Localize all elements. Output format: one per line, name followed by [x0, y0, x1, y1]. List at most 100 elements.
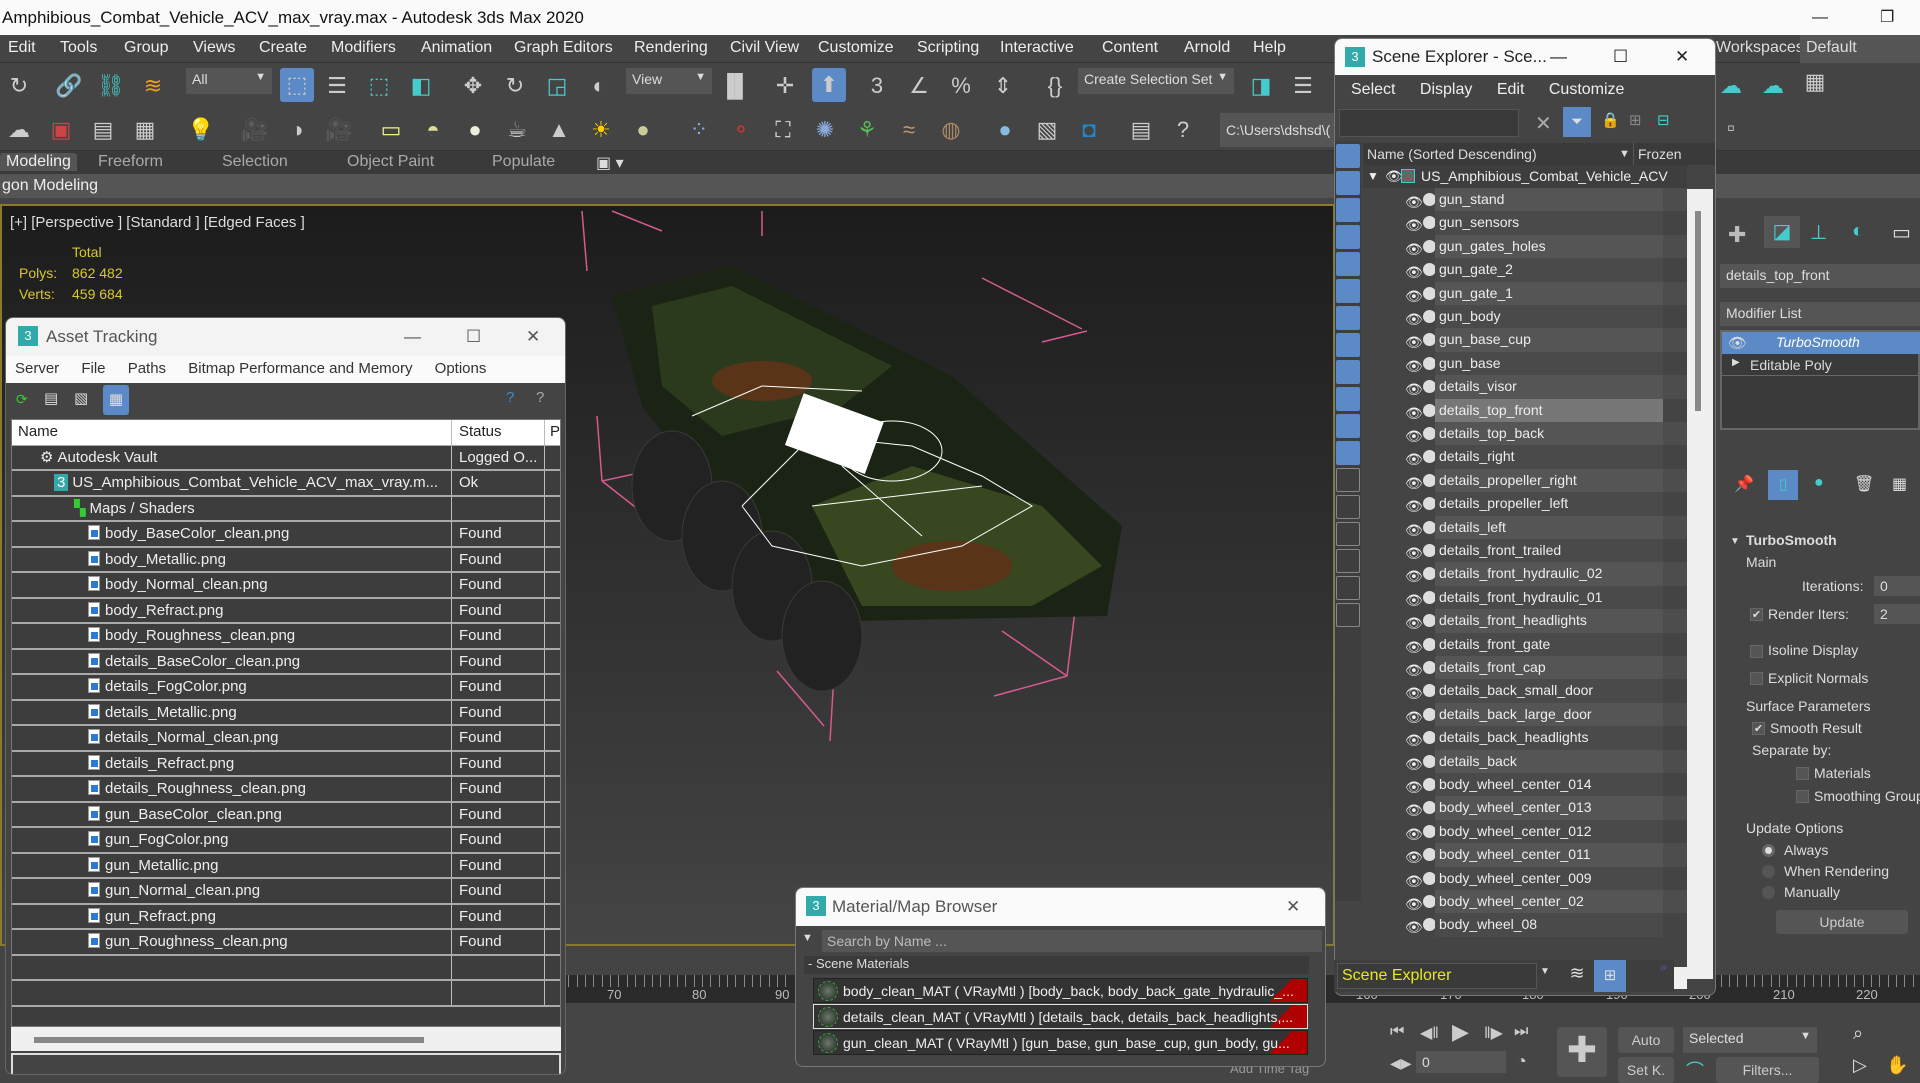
asset-horizontal-scrollbar[interactable]	[11, 1027, 561, 1051]
vray-grass-icon[interactable]: ⚘	[852, 115, 882, 145]
rotate-icon[interactable]: ↻	[500, 71, 530, 101]
close-icon[interactable]: ✕	[526, 318, 540, 356]
material-item[interactable]: gun_clean_MAT ( VRayMtl ) [gun_base, gun…	[813, 1030, 1308, 1055]
render-iters-spinner[interactable]: 2	[1874, 604, 1920, 624]
display-all-icon[interactable]	[1336, 468, 1360, 492]
scene-object-row[interactable]: 👁 gun_base_cup	[1363, 328, 1687, 352]
column-status[interactable]: Status	[453, 420, 545, 445]
cloud-icon[interactable]: ☁	[4, 115, 34, 145]
asset-row[interactable]: body_Metallic.png Found	[12, 547, 560, 573]
asset-row[interactable]: details_Metallic.png Found	[12, 700, 560, 726]
frozen-cell[interactable]	[1663, 211, 1687, 235]
table-view-icon[interactable]: ▦	[103, 385, 129, 415]
frozen-cell[interactable]	[1663, 656, 1687, 680]
mirror-icon[interactable]: ◨	[1246, 71, 1276, 101]
vray-lighting-analysis-icon[interactable]: ▧	[1032, 115, 1062, 145]
physical-camera-icon[interactable]: ◑	[282, 115, 312, 145]
sort-arrow-icon[interactable]: ▼	[1619, 143, 1630, 165]
material-browser-titlebar[interactable]: 3 Material/Map Browser ✕	[796, 888, 1325, 926]
lights-filter-icon[interactable]	[1336, 198, 1360, 222]
hierarchy-tab-icon[interactable]: ⊥	[1810, 220, 1827, 245]
vray-ambient-light-icon[interactable]: ●	[628, 115, 658, 145]
ornatrix-icon[interactable]: ◍	[936, 115, 966, 145]
frozen-cell[interactable]	[1663, 422, 1687, 446]
layer-explorer-icon[interactable]: ▤	[88, 115, 118, 145]
menu-select[interactable]: Select	[1351, 81, 1395, 98]
asset-row[interactable]: gun_FogColor.png Found	[12, 828, 560, 854]
redo-icon[interactable]: ↻	[4, 71, 34, 101]
vray-sphere-light-icon[interactable]: ●	[460, 115, 490, 145]
hair-farm-icon[interactable]: ≈	[894, 115, 924, 145]
scene-object-row[interactable]: 👁 details_back_large_door	[1363, 702, 1687, 727]
maximize-icon[interactable]: ☐	[1613, 39, 1628, 75]
scene-object-row[interactable]: 👁 gun_body	[1363, 305, 1687, 329]
frozen-cell[interactable]	[1663, 234, 1687, 259]
asset-tracking-titlebar[interactable]: 3 Asset Tracking — ☐ ✕	[6, 318, 565, 356]
expand-triangle-icon[interactable]: ▶	[1732, 357, 1740, 368]
pan-hand-icon[interactable]: ✋	[1886, 1055, 1908, 1076]
make-unique-icon[interactable]: ●	[1814, 474, 1824, 492]
asset-row[interactable]: details_BaseColor_clean.png Found	[12, 649, 560, 675]
update-button[interactable]: Update	[1776, 910, 1908, 934]
frozen-cell[interactable]	[1663, 445, 1687, 469]
placement-icon[interactable]: ◐	[584, 71, 614, 101]
asset-row[interactable]: gun_Refract.png Found	[12, 904, 560, 930]
menu-edit[interactable]: Edit	[1497, 81, 1525, 98]
vray-frame-buffer-icon[interactable]: ◘	[1074, 115, 1104, 145]
asset-row[interactable]: details_Normal_clean.png Found	[12, 726, 560, 752]
scene-object-row[interactable]: 👁 details_top_front	[1363, 398, 1687, 422]
update-always-radio[interactable]	[1762, 844, 1775, 857]
material-item[interactable]: body_clean_MAT ( VRayMtl ) [body_back, b…	[813, 978, 1308, 1003]
menu-file[interactable]: File	[81, 360, 105, 377]
menu-modifiers[interactable]: Modifiers	[331, 39, 396, 57]
rectangular-selection-icon[interactable]: ⬚	[364, 71, 394, 101]
asset-row[interactable]: gun_BaseColor_clean.png Found	[12, 802, 560, 828]
tree-view-icon[interactable]: ▧	[74, 389, 88, 407]
scrollbar-thumb[interactable]	[1695, 211, 1701, 411]
viewport-label[interactable]: [+] [Perspective ] [Standard ] [Edged Fa…	[10, 214, 305, 231]
containers-filter-icon[interactable]	[1336, 387, 1360, 411]
auto-key-button[interactable]: Auto	[1618, 1027, 1674, 1053]
key-filter-dropdown[interactable]: Selected ▼	[1683, 1027, 1817, 1053]
container-icon[interactable]	[1336, 603, 1360, 627]
frozen-cell[interactable]	[1663, 749, 1687, 773]
frozen-cell[interactable]	[1663, 281, 1687, 305]
move-icon[interactable]: ✥	[458, 71, 488, 101]
named-selection-icon[interactable]: {}	[1040, 71, 1070, 101]
invert-display-icon[interactable]	[1336, 522, 1360, 546]
pivot-center-icon[interactable]: ▐▌	[719, 71, 750, 101]
key-tangent-icon[interactable]: ⌒	[1686, 1057, 1704, 1083]
frozen-cell[interactable]	[1663, 585, 1687, 610]
menu-arnold[interactable]: Arnold	[1184, 39, 1230, 57]
menu-rendering[interactable]: Rendering	[634, 39, 708, 57]
scene-object-row[interactable]: 👁 details_front_hydraulic_01	[1363, 585, 1687, 610]
frozen-cell[interactable]	[1663, 188, 1687, 212]
filter-icon[interactable]: ⏷	[1563, 107, 1591, 137]
menu-display[interactable]: Display	[1420, 81, 1472, 98]
scene-object-row[interactable]: 👁 details_front_cap	[1363, 656, 1687, 680]
groups-filter-icon[interactable]	[1336, 306, 1360, 330]
minimize-icon[interactable]: —	[404, 318, 421, 356]
explicit-normals-checkbox[interactable]	[1750, 672, 1763, 685]
menu-bitmap-performance[interactable]: Bitmap Performance and Memory	[188, 360, 412, 377]
scene-vertical-scrollbar[interactable]	[1687, 189, 1713, 979]
frozen-cell[interactable]	[1663, 796, 1687, 820]
go-to-start-icon[interactable]: ⏮	[1390, 1023, 1404, 1041]
scene-object-row[interactable]: 👁 details_front_trailed	[1363, 539, 1687, 563]
reference-coord-dropdown[interactable]: View ▼	[626, 68, 712, 94]
current-frame-field[interactable]: 0	[1416, 1051, 1506, 1073]
frozen-cell[interactable]	[1663, 726, 1687, 750]
column-name-sorted[interactable]: Name (Sorted Descending)	[1367, 143, 1537, 165]
schematic-view-icon[interactable]: ▫	[1716, 113, 1746, 143]
menu-server[interactable]: Server	[15, 360, 59, 377]
expand-triangle-icon[interactable]: ▼	[1367, 165, 1379, 188]
asset-row[interactable]: ⚙ Autodesk Vault Logged O...	[12, 445, 560, 471]
percent-snap-icon[interactable]: %	[946, 71, 976, 101]
vray-ies-light-icon[interactable]: ☕	[502, 115, 532, 145]
configure-sets-icon[interactable]: ▦	[1892, 474, 1907, 494]
select-children-icon[interactable]: ⊟	[1657, 111, 1670, 129]
window-crossing-icon[interactable]: ◧	[406, 71, 436, 101]
lock-icon[interactable]: 🔒	[1601, 111, 1620, 129]
scene-object-row[interactable]: 👁 details_propeller_left	[1363, 492, 1687, 516]
column-proxy[interactable]: Pr	[547, 420, 560, 443]
